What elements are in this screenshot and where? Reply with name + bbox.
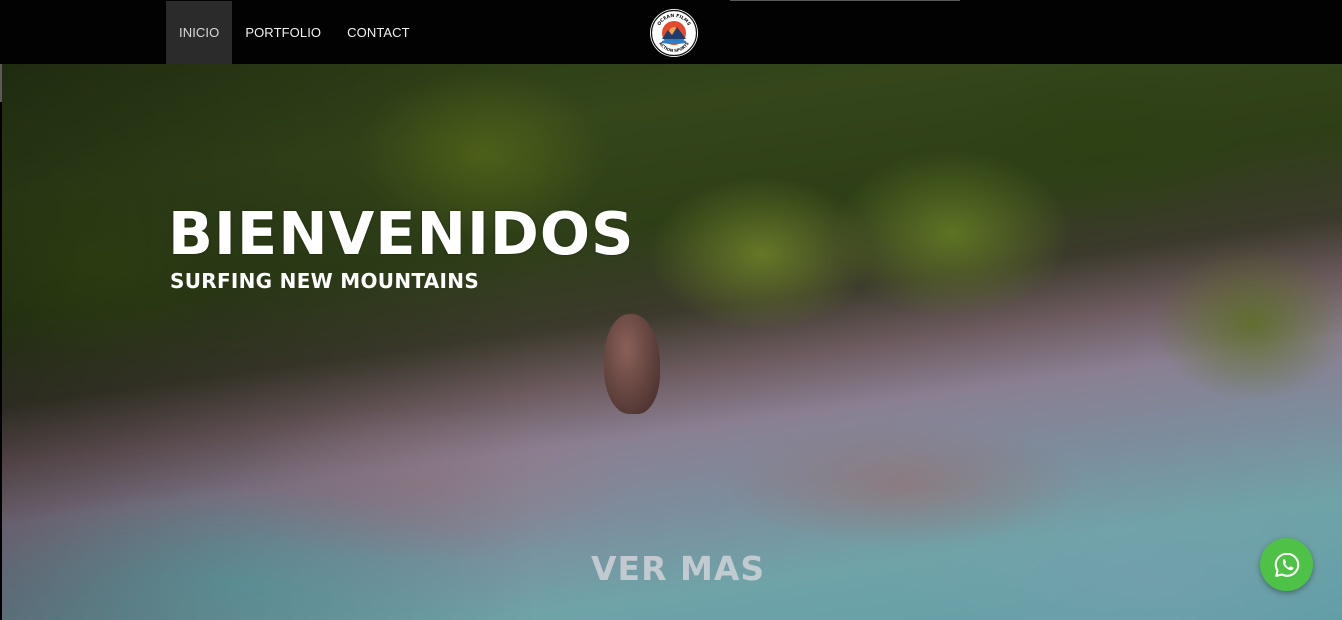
site-logo[interactable]: OCEAN FILMS ACTION SPORTS bbox=[649, 8, 699, 58]
nav-item-inicio[interactable]: INICIO bbox=[166, 1, 233, 64]
nav-item-contact[interactable]: CONTACT bbox=[334, 1, 423, 64]
nav-item-portfolio[interactable]: PORTFOLIO bbox=[232, 1, 334, 64]
main-nav: INICIO PORTFOLIO CONTACT bbox=[166, 1, 423, 64]
mountain-sun-badge-icon: OCEAN FILMS ACTION SPORTS bbox=[650, 9, 698, 57]
ver-mas-link[interactable]: VER MAS bbox=[591, 552, 765, 585]
hero-subtitle: SURFING NEW MOUNTAINS bbox=[170, 269, 480, 293]
hero-shade-overlay bbox=[2, 64, 1342, 620]
hero-background bbox=[2, 64, 1342, 620]
top-navigation-bar: INICIO PORTFOLIO CONTACT OCEAN FILMS ACT… bbox=[0, 0, 1342, 64]
whatsapp-button[interactable] bbox=[1260, 538, 1313, 591]
top-divider-line bbox=[730, 0, 960, 1]
hero-title: BIENVENIDOS bbox=[168, 199, 635, 268]
whatsapp-icon bbox=[1274, 552, 1299, 577]
